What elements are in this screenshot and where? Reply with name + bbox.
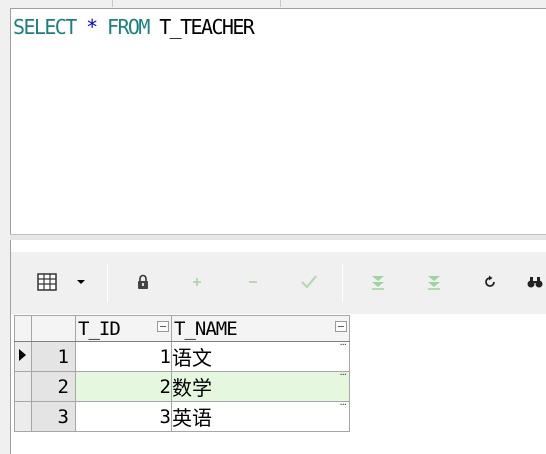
column-header-t-name[interactable]: T_NAME	[171, 315, 350, 342]
result-toolbar	[11, 252, 546, 314]
row-number-text: 1	[57, 345, 69, 368]
tab-separator	[112, 0, 113, 7]
corner-indicator-header	[14, 315, 32, 342]
cell-editor-ellipsis-button[interactable]: ···	[339, 370, 346, 381]
cell-t-name-text: 数学	[172, 376, 212, 400]
post-edit-icon[interactable]	[295, 268, 323, 296]
dropdown-arrow-icon[interactable]	[73, 268, 89, 296]
refresh-icon[interactable]	[476, 268, 504, 296]
row-number[interactable]: 1	[31, 341, 76, 372]
table-row[interactable]: 2 2 数学 ···	[14, 370, 350, 402]
delete-record-icon[interactable]	[239, 268, 267, 296]
row-indicator[interactable]	[14, 341, 32, 372]
sql-line: SELECT * FROM T_TEACHER	[13, 15, 255, 39]
cell-t-name[interactable]: 数学 ···	[171, 370, 350, 402]
column-filter-button[interactable]	[335, 321, 347, 332]
lock-icon[interactable]	[129, 268, 157, 296]
table-row[interactable]: 3 3 英语 ···	[14, 400, 350, 432]
result-grid: T_ID T_NAME 1 1 语文 ··· 2 2 数学 ··· 3 3 英语 ··…	[14, 315, 350, 432]
row-indicator[interactable]	[14, 401, 32, 432]
cell-t-id[interactable]: 3	[75, 401, 172, 432]
current-row-arrow-icon	[19, 348, 26, 361]
result-panel: T_ID T_NAME 1 1 语文 ··· 2 2 数学 ··· 3 3 英语 ··…	[10, 240, 546, 454]
grid-header-row: T_ID T_NAME	[14, 315, 350, 342]
cell-t-name-text: 语文	[172, 346, 212, 370]
grid-view-icon[interactable]	[33, 268, 61, 296]
cell-t-name[interactable]: 英语 ···	[171, 400, 350, 432]
row-indicator[interactable]	[14, 371, 32, 402]
column-header-t-id[interactable]: T_ID	[75, 315, 172, 342]
corner-number-header	[31, 315, 76, 342]
row-number-text: 2	[57, 375, 69, 398]
sql-keyword-from: FROM	[107, 15, 150, 39]
cell-t-name-text: 英语	[172, 406, 212, 430]
tab-separator	[280, 0, 281, 7]
row-number-text: 3	[57, 405, 69, 428]
column-filter-button[interactable]	[157, 321, 169, 332]
sql-editor[interactable]: SELECT * FROM T_TEACHER	[10, 8, 546, 234]
search-icon[interactable]	[523, 268, 546, 296]
sql-table-name: T_TEACHER	[159, 15, 255, 39]
toolbar-separator	[342, 264, 343, 302]
toolbar-separator	[107, 264, 108, 302]
sql-star: *	[86, 15, 98, 39]
row-number[interactable]: 2	[31, 371, 76, 402]
tab-strip	[0, 0, 546, 8]
fetch-next-icon[interactable]	[364, 268, 392, 296]
cell-t-id[interactable]: 1	[75, 341, 172, 372]
cell-editor-ellipsis-button[interactable]: ···	[339, 340, 346, 351]
add-record-icon[interactable]	[183, 268, 211, 296]
cell-editor-ellipsis-button[interactable]: ···	[339, 400, 346, 411]
cell-t-id[interactable]: 2	[75, 371, 172, 402]
column-header-label: T_NAME	[174, 317, 238, 340]
cell-t-name[interactable]: 语文 ···	[171, 340, 350, 372]
fetch-all-icon[interactable]	[420, 268, 448, 296]
row-number[interactable]: 3	[31, 401, 76, 432]
sql-keyword-select: SELECT	[13, 15, 77, 39]
column-header-label: T_ID	[78, 317, 121, 340]
table-row[interactable]: 1 1 语文 ···	[14, 340, 350, 372]
